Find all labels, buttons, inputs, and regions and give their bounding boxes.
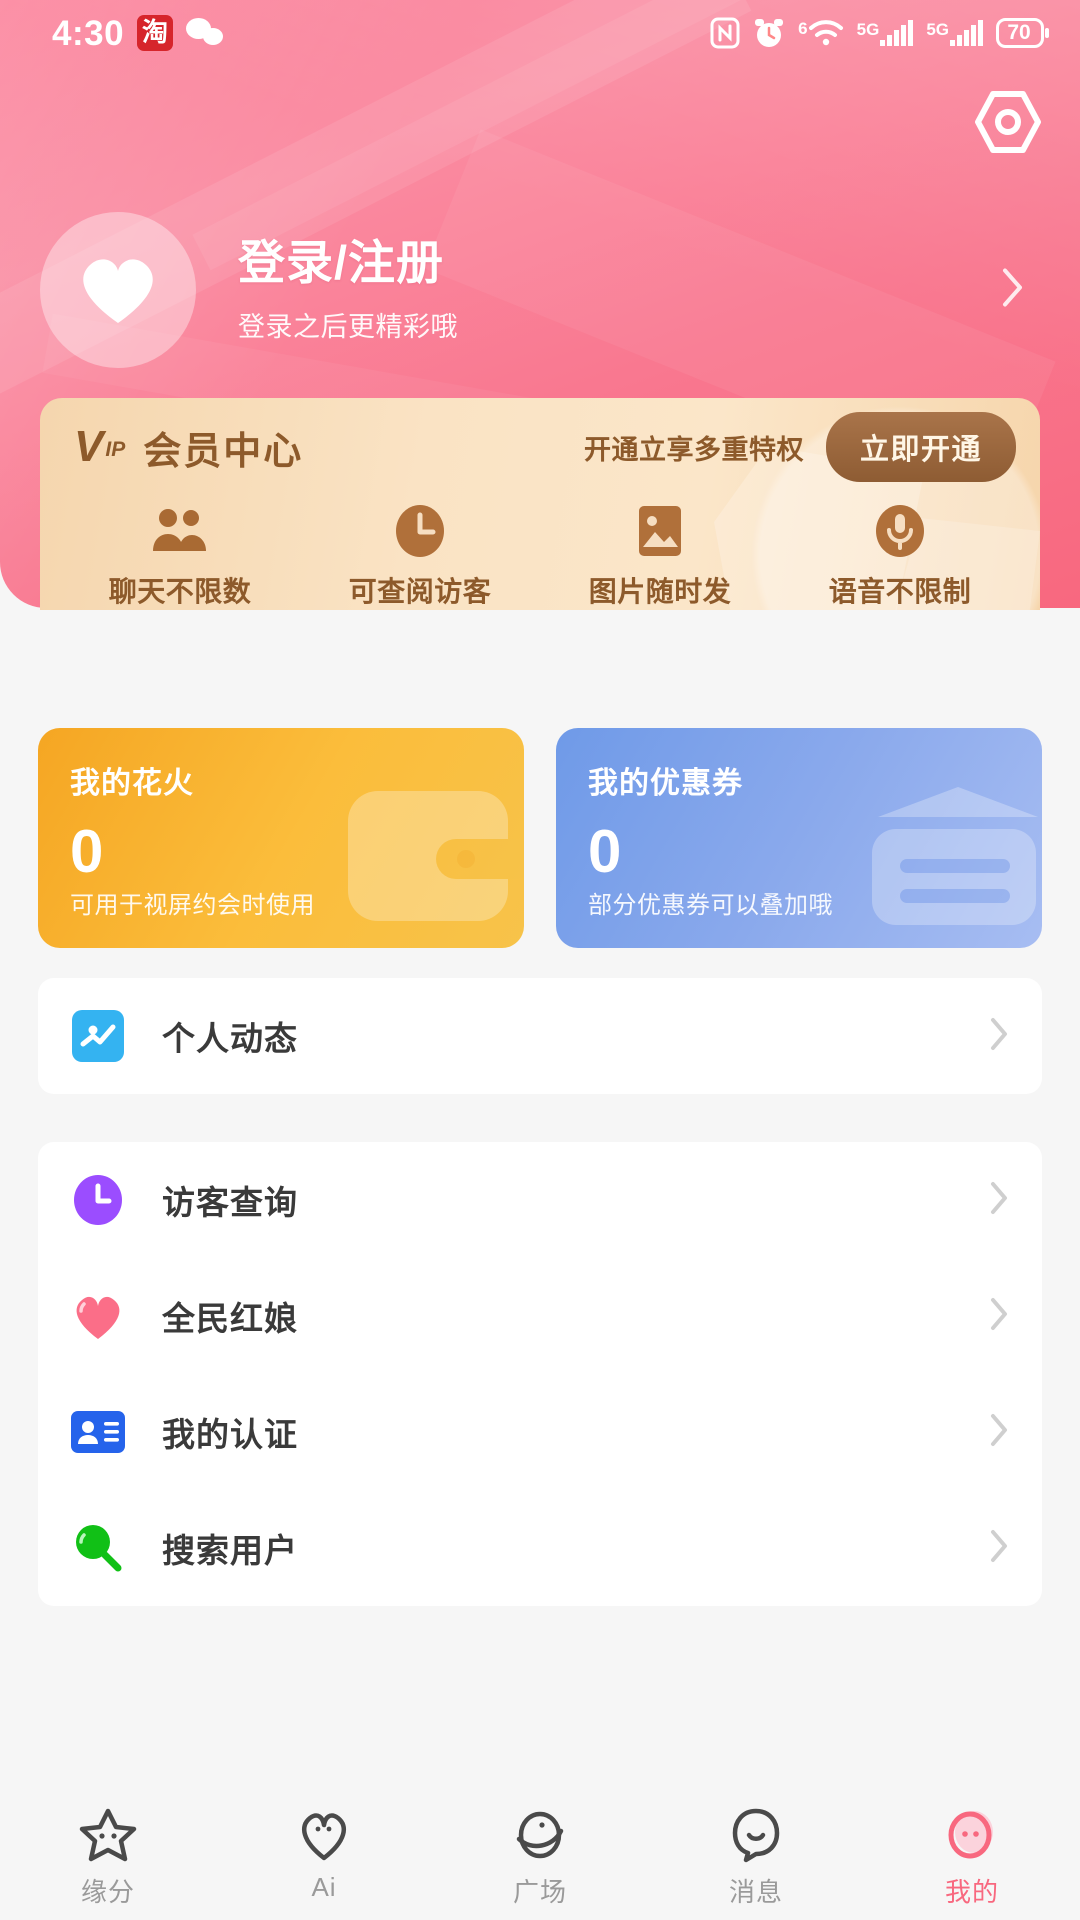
tab-label: Ai (311, 1872, 337, 1902)
vip-logo-v: V (74, 422, 103, 472)
heart-icon (75, 249, 161, 332)
tab-ai[interactable]: Ai (216, 1804, 432, 1903)
status-bar-right: 6 5G 5G 70 (710, 16, 1050, 50)
chat-face-icon (729, 1804, 783, 1866)
menu-item-personal-feed[interactable]: 个人动态 (38, 978, 1042, 1094)
vip-activate-button[interactable]: 立即开通 (825, 412, 1016, 482)
vip-card-actions: 开通立享多重特权 立即开通 (584, 412, 1016, 482)
phone-screen: 4:30 淘 6 5G 5G 70 登录/注册 登录之后更精彩哦 V IP 会员… (0, 0, 1080, 1920)
microphone-icon (873, 502, 927, 560)
vip-feature-item[interactable]: 语音不限制 (780, 502, 1020, 610)
vip-feature-list: 聊天不限数 可查阅访客 图片随时发 语音不限制 (40, 496, 1040, 610)
menu-item-matchmaker[interactable]: 全民红娘 (38, 1258, 1042, 1374)
signal-icon-2: 5G (926, 19, 983, 47)
alarm-icon (753, 16, 785, 50)
menu-item-visitor-query[interactable]: 访客查询 (38, 1142, 1042, 1258)
menu-group-primary: 个人动态 (38, 978, 1042, 1094)
star-face-icon (79, 1804, 137, 1866)
tab-label: 我的 (944, 1877, 999, 1907)
menu-item-certification[interactable]: 我的认证 (38, 1374, 1042, 1490)
login-subtitle: 登录之后更精彩哦 (238, 311, 458, 342)
wechat-icon (186, 18, 226, 48)
clock-icon (393, 502, 447, 560)
menu-item-label: 访客查询 (162, 1184, 298, 1221)
clock-circle-icon (70, 1172, 126, 1228)
heart-face-icon (297, 1804, 351, 1866)
wifi-icon: 6 (798, 18, 843, 48)
stat-card-desc: 部分优惠券可以叠加哦 (588, 892, 833, 919)
vip-logo-ip: IP (105, 438, 126, 462)
tab-messages[interactable]: 消息 (648, 1804, 864, 1909)
stat-card-title: 我的优惠券 (588, 767, 743, 800)
id-card-icon (70, 1404, 126, 1460)
people-icon (151, 502, 209, 560)
vip-member-card[interactable]: V IP 会员中心 开通立享多重特权 立即开通 聊天不限数 可查阅访客 图片随时… (40, 398, 1040, 610)
chevron-right-icon (988, 1295, 1010, 1338)
menu-item-label: 全民红娘 (162, 1300, 298, 1337)
tab-label: 广场 (512, 1877, 567, 1907)
tab-label: 缘分 (80, 1877, 135, 1907)
status-bar-left: 4:30 淘 (52, 15, 226, 51)
wifi-generation-label: 6 (798, 19, 808, 38)
vip-slogan: 开通立享多重特权 (583, 434, 804, 465)
status-bar: 4:30 淘 6 5G 5G 70 (0, 0, 1080, 66)
trend-chart-icon (70, 1008, 126, 1064)
tab-plaza[interactable]: 广场 (432, 1804, 648, 1909)
chevron-right-icon (988, 1411, 1010, 1454)
planet-face-icon (511, 1804, 569, 1866)
vip-feature-label: 语音不限制 (828, 576, 972, 607)
vip-feature-label: 图片随时发 (588, 576, 732, 607)
menu-item-label: 我的认证 (162, 1416, 298, 1453)
page-title: 登录/注册 (238, 236, 445, 290)
vip-feature-item[interactable]: 聊天不限数 (60, 502, 300, 610)
tab-yuanfen[interactable]: 缘分 (0, 1804, 216, 1909)
stat-card-coupon[interactable]: 我的优惠券 0 部分优惠券可以叠加哦 (556, 728, 1042, 948)
chevron-right-icon (988, 1527, 1010, 1570)
vip-feature-label: 可查阅访客 (348, 576, 492, 607)
vip-card-title: 会员中心 (143, 430, 304, 473)
taobao-icon: 淘 (137, 15, 174, 51)
login-register-row[interactable]: 登录/注册 登录之后更精彩哦 (40, 212, 1040, 368)
login-text-block: 登录/注册 登录之后更精彩哦 (238, 236, 458, 343)
hex-settings-icon (972, 88, 1044, 161)
stat-card-fire[interactable]: 我的花火 0 可用于视屏约会时使用 (38, 728, 524, 948)
nfc-icon (710, 17, 740, 49)
tab-label: 消息 (728, 1877, 783, 1907)
vip-feature-item[interactable]: 可查阅访客 (300, 502, 540, 610)
menu-item-search-user[interactable]: 搜索用户 (38, 1490, 1042, 1606)
battery-level-label: 70 (1007, 21, 1031, 44)
magnifier-icon (70, 1520, 126, 1576)
stat-card-value: 0 (70, 818, 104, 885)
vip-logo: V IP (74, 422, 126, 472)
menu-item-label: 个人动态 (162, 1020, 298, 1057)
avatar[interactable] (40, 212, 196, 368)
chevron-right-icon (988, 1015, 1010, 1058)
image-icon (633, 502, 687, 560)
stat-card-title: 我的花火 (70, 767, 194, 800)
vip-card-header: V IP 会员中心 开通立享多重特权 立即开通 (40, 398, 1040, 496)
stat-card-desc: 可用于视屏约会时使用 (70, 892, 315, 919)
status-time: 4:30 (52, 13, 125, 53)
bottom-tab-bar: 缘分 Ai 广场 消息 我的 (0, 1794, 1080, 1920)
vip-feature-label: 聊天不限数 (108, 576, 252, 607)
network-type-label-2: 5G (926, 20, 949, 39)
signal-icon: 5G (857, 19, 914, 47)
chevron-right-icon (1000, 266, 1026, 315)
menu-item-label: 搜索用户 (162, 1532, 298, 1569)
stat-card-value: 0 (588, 818, 622, 885)
tab-profile[interactable]: 我的 (864, 1804, 1080, 1909)
heart-icon (70, 1288, 126, 1344)
network-type-label: 5G (856, 20, 880, 39)
battery-icon: 70 (996, 18, 1050, 48)
chevron-right-icon (988, 1179, 1010, 1222)
settings-button[interactable] (968, 84, 1048, 164)
stat-cards: 我的花火 0 可用于视屏约会时使用 我的优惠券 0 部分优惠券可以叠加哦 (38, 728, 1042, 948)
profile-face-icon (943, 1804, 1001, 1866)
vip-feature-item[interactable]: 图片随时发 (540, 502, 780, 610)
menu-group-secondary: 访客查询 全民红娘 我的认证 搜索用户 (38, 1142, 1042, 1606)
